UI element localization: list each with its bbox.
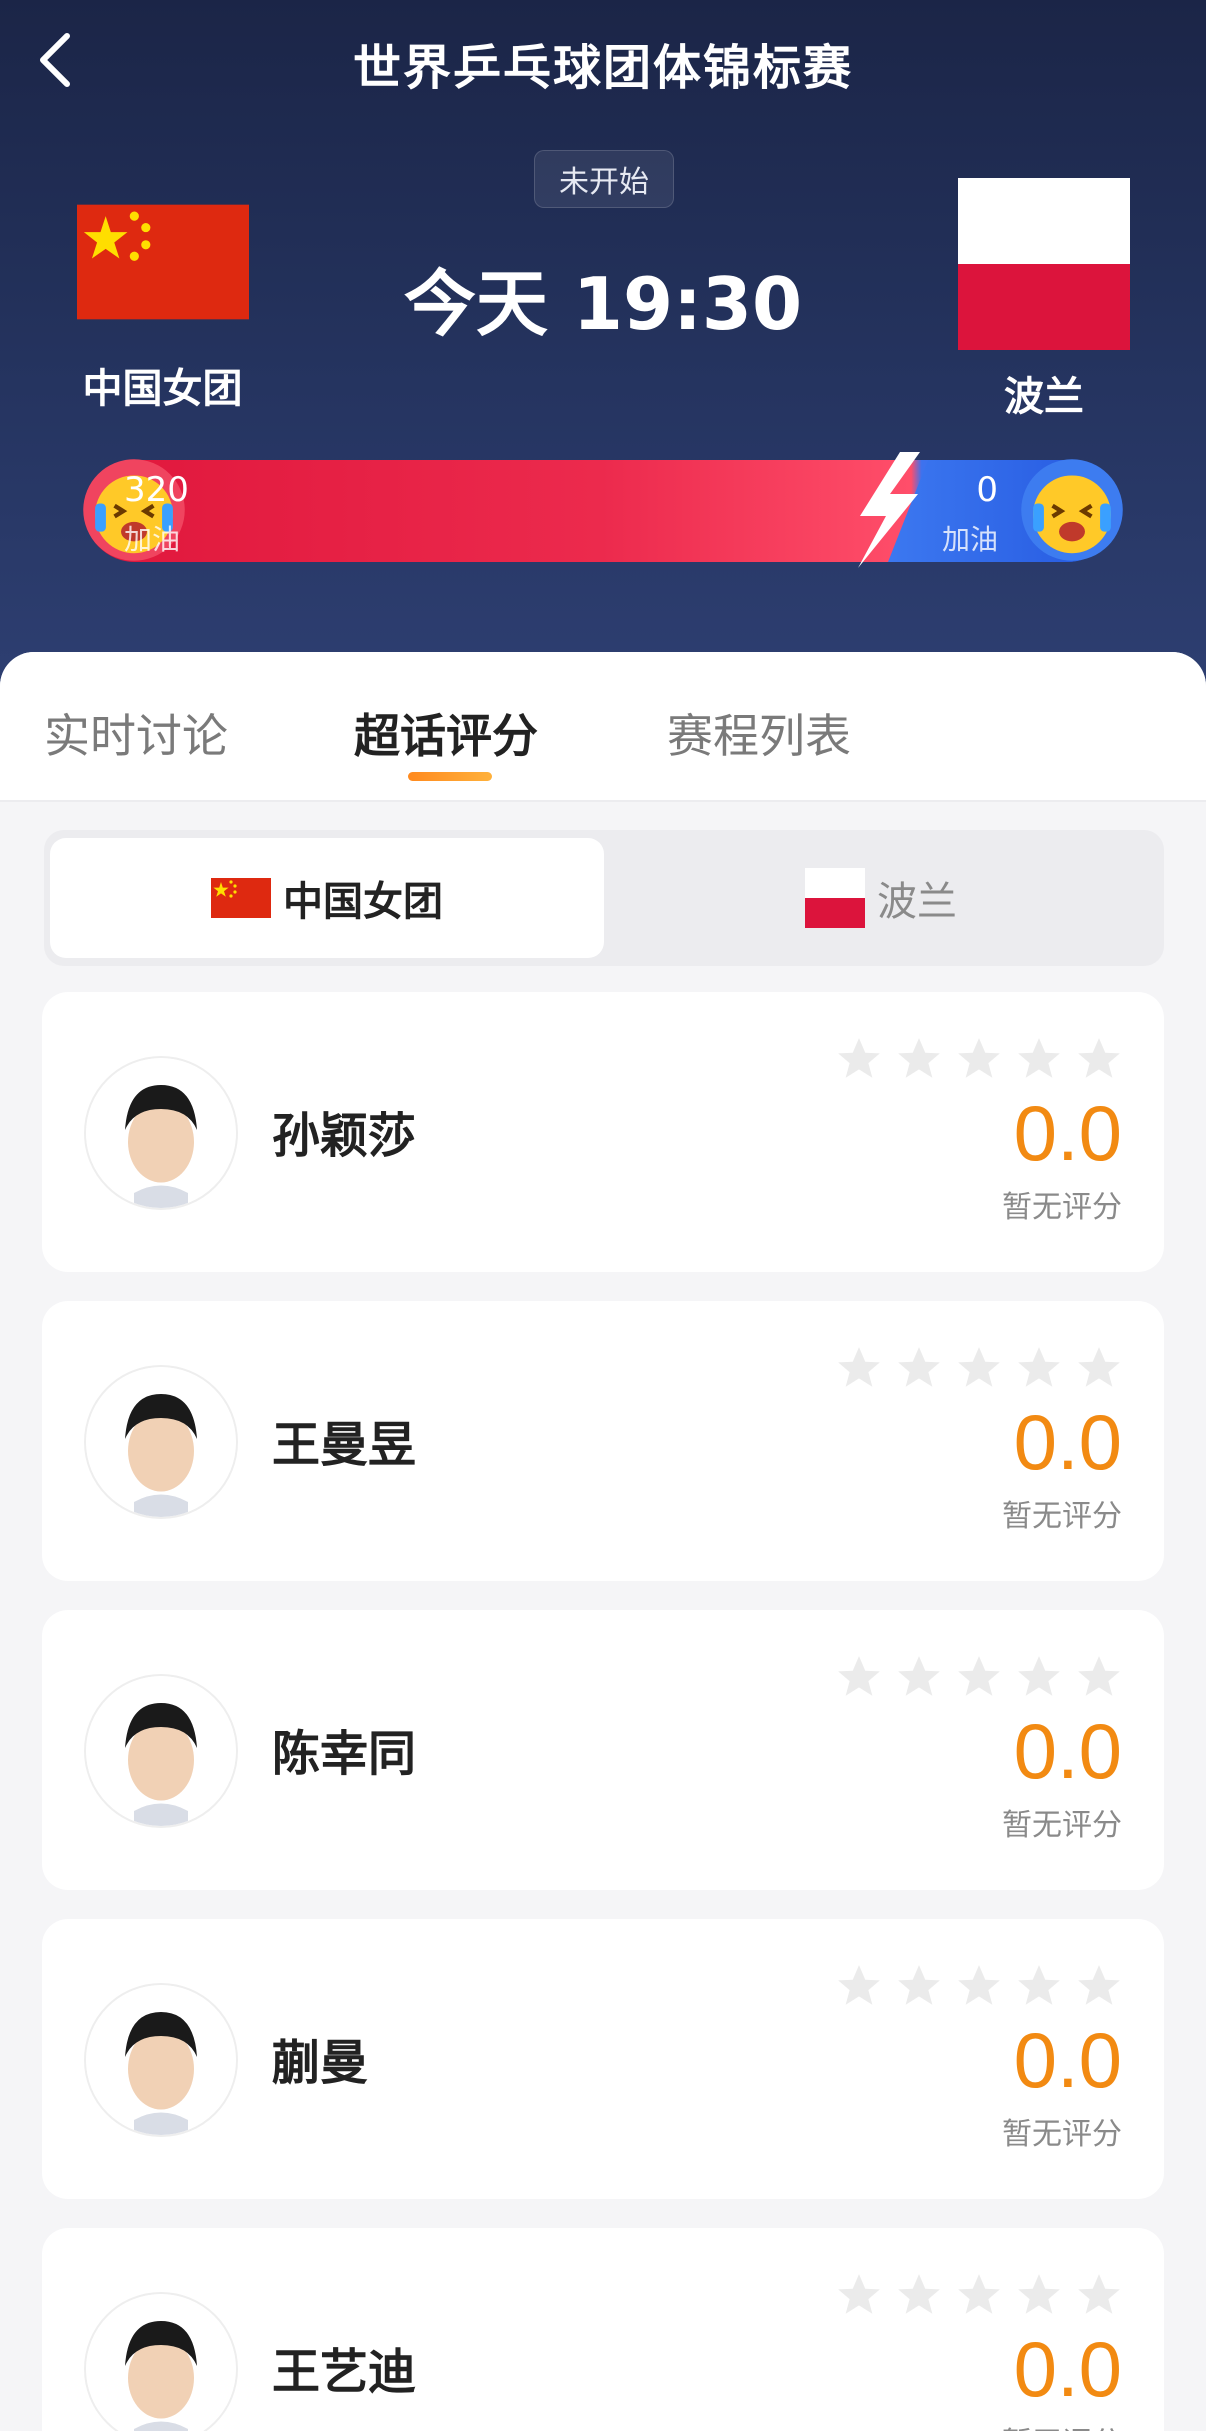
star-icon[interactable]: [834, 1961, 884, 2011]
player-card[interactable]: 孙颖莎 0.0 暂无评分: [42, 992, 1164, 1272]
poland-flag-icon: [958, 178, 1130, 350]
player-card[interactable]: 王曼昱 0.0 暂无评分: [42, 1301, 1164, 1581]
player-name: 陈幸同: [272, 1726, 417, 1782]
star-icon[interactable]: [1074, 2270, 1124, 2320]
away-cheer-label: 加油: [941, 523, 998, 556]
content-panel: 实时讨论 超话评分 赛程列表 中国女团 波兰 孙颖莎 0.0 暂无评分 王曼昱 0.0 暂…: [0, 652, 1206, 2431]
star-icon[interactable]: [1014, 2270, 1064, 2320]
page-title: 世界乒乓球团体锦标赛: [352, 40, 853, 96]
player-avatar: [84, 1674, 238, 1828]
star-icon[interactable]: [1014, 1652, 1064, 1702]
player-name: 王曼昱: [272, 1417, 417, 1473]
china-flag-icon: [211, 878, 271, 918]
status-badge: 未开始: [534, 150, 674, 208]
away-cheer-emoji-icon[interactable]: [1018, 456, 1126, 564]
star-icon[interactable]: [954, 1034, 1004, 1084]
rating-stars[interactable]: [834, 1652, 1124, 1702]
switch-away-team[interactable]: 波兰: [604, 838, 1158, 958]
rating-stars[interactable]: [834, 1034, 1124, 1084]
star-icon[interactable]: [894, 2270, 944, 2320]
away-team[interactable]: 波兰: [935, 178, 1153, 422]
tab-schedule[interactable]: 赛程列表: [667, 700, 851, 766]
star-icon[interactable]: [834, 1652, 884, 1702]
star-icon[interactable]: [894, 1343, 944, 1393]
lightning-bolt-icon: [858, 452, 920, 568]
score-note: 暂无评分: [1002, 1499, 1122, 1534]
star-icon[interactable]: [894, 1034, 944, 1084]
tab-bar: 实时讨论 超话评分 赛程列表: [0, 652, 1206, 802]
player-score: 0.0: [1013, 1707, 1122, 1795]
star-icon[interactable]: [1014, 1961, 1064, 2011]
star-icon[interactable]: [1014, 1034, 1064, 1084]
player-name: 孙颖莎: [272, 1108, 417, 1164]
player-score: 0.0: [1013, 2325, 1122, 2413]
player-avatar: [84, 2292, 238, 2431]
star-icon[interactable]: [1014, 1343, 1064, 1393]
player-score: 0.0: [1013, 1398, 1122, 1486]
star-icon[interactable]: [1074, 1961, 1124, 2011]
player-avatar: [84, 1365, 238, 1519]
star-icon[interactable]: [954, 1652, 1004, 1702]
poland-flag-icon: [805, 868, 865, 928]
star-icon[interactable]: [1074, 1343, 1124, 1393]
tab-live-discussion[interactable]: 实时讨论: [44, 700, 228, 766]
star-icon[interactable]: [954, 1343, 1004, 1393]
player-card[interactable]: 蒯曼 0.0 暂无评分: [42, 1919, 1164, 2199]
player-score: 0.0: [1013, 2016, 1122, 2104]
star-icon[interactable]: [894, 1961, 944, 2011]
match-header: 世界乒乓球团体锦标赛 未开始 中国女团 今天 19:30 波兰: [0, 0, 1206, 700]
score-note: 暂无评分: [1002, 1190, 1122, 1225]
switch-home-team[interactable]: 中国女团: [50, 838, 604, 958]
player-name: 蒯曼: [272, 2035, 369, 2091]
star-icon[interactable]: [834, 1034, 884, 1084]
switch-away-label: 波兰: [877, 879, 957, 925]
rating-stars[interactable]: [834, 2270, 1124, 2320]
home-team-name: 中国女团: [82, 366, 243, 412]
team-switch: 中国女团 波兰: [44, 830, 1164, 966]
player-score: 0.0: [1013, 1089, 1122, 1177]
star-icon[interactable]: [834, 1343, 884, 1393]
star-icon[interactable]: [1074, 1652, 1124, 1702]
star-icon[interactable]: [954, 1961, 1004, 2011]
star-icon[interactable]: [834, 2270, 884, 2320]
star-icon[interactable]: [894, 1652, 944, 1702]
rating-stars[interactable]: [834, 1961, 1124, 2011]
home-cheer-label: 加油: [124, 523, 181, 556]
player-avatar: [84, 1983, 238, 2137]
away-cheer-count: 0: [976, 470, 998, 510]
active-tab-indicator: [408, 772, 492, 781]
home-cheer-count: 320: [124, 470, 189, 510]
score-note: 暂无评分: [1002, 2117, 1122, 2152]
player-card[interactable]: 陈幸同 0.0 暂无评分: [42, 1610, 1164, 1890]
tab-rating[interactable]: 超话评分: [354, 700, 538, 766]
player-avatar: [84, 1056, 238, 1210]
switch-home-label: 中国女团: [283, 879, 443, 925]
score-note: 暂无评分: [1002, 2418, 1122, 2431]
away-team-name: 波兰: [1004, 374, 1084, 420]
player-name: 王艺迪: [272, 2344, 417, 2400]
star-icon[interactable]: [1074, 1034, 1124, 1084]
score-note: 暂无评分: [1002, 1808, 1122, 1843]
player-card[interactable]: 王艺迪 0.0 暂无评分: [42, 2228, 1164, 2431]
rating-stars[interactable]: [834, 1343, 1124, 1393]
star-icon[interactable]: [954, 2270, 1004, 2320]
